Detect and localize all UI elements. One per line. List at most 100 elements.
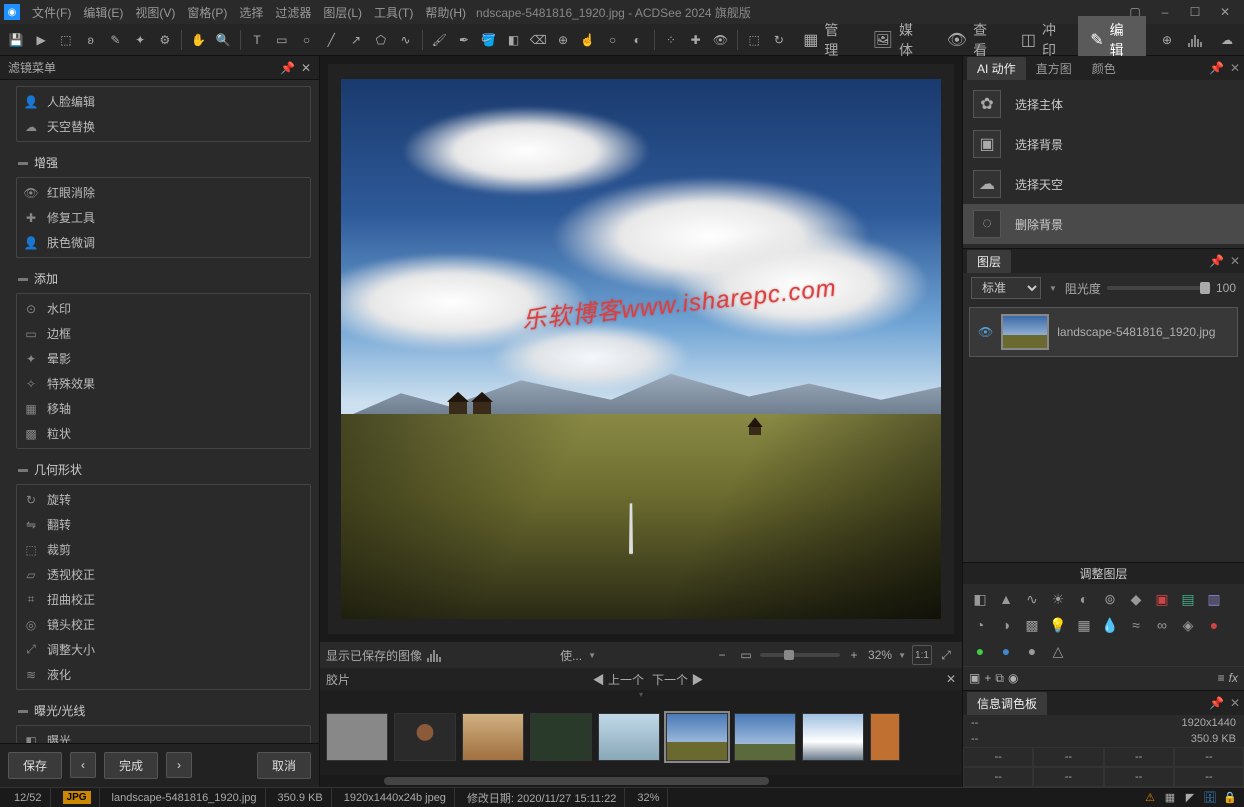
filter-vignette[interactable]: ✦晕影 [17, 346, 310, 371]
close-panel-icon[interactable]: ✕ [1230, 696, 1240, 710]
repair-icon[interactable]: ✚ [684, 28, 707, 52]
zoom-icon[interactable]: 🔍 [212, 28, 235, 52]
colorbal-adj-icon[interactable]: ▣ [1151, 588, 1173, 610]
filmstrip[interactable] [320, 699, 962, 775]
blur-icon[interactable]: ○ [601, 28, 624, 52]
threshold-adj-icon[interactable]: ◔ [969, 614, 991, 636]
save-icon[interactable]: 💾 [5, 28, 28, 52]
section-enhance[interactable]: ▬增强 [16, 150, 311, 175]
vibrance-adj-icon[interactable]: ⊚ [1099, 588, 1121, 610]
filter-skin[interactable]: 👤肤色微调 [17, 230, 310, 255]
gray-adj-icon[interactable]: ● [1021, 640, 1043, 662]
thumb-8[interactable] [802, 713, 864, 761]
tab-histogram[interactable]: 直方图 [1026, 57, 1082, 80]
lasso-icon[interactable]: ʚ [79, 28, 102, 52]
zoom-in-icon[interactable]: + [844, 645, 864, 665]
filmstrip-scrollbar[interactable] [320, 775, 962, 787]
ai-select-sky[interactable]: ☁选择天空 [963, 164, 1244, 204]
invert-adj-icon[interactable]: ▥ [1203, 588, 1225, 610]
hue-adj-icon[interactable]: ◆ [1125, 588, 1147, 610]
filter-watermark[interactable]: ⊙水印 [17, 296, 310, 321]
pin-icon[interactable]: 📌 [1209, 254, 1224, 268]
new-layer-icon[interactable]: ▣ [969, 671, 980, 686]
droplet-adj-icon[interactable]: 💧 [1099, 614, 1121, 636]
wand-icon[interactable]: ✦ [129, 28, 152, 52]
crop-tool-icon[interactable]: ⬚ [743, 28, 766, 52]
menu-filter[interactable]: 过滤器 [269, 2, 317, 23]
menu-help[interactable]: 帮助(H) [419, 2, 472, 23]
pin-icon[interactable]: 📌 [280, 61, 295, 75]
section-exposure[interactable]: ▬曝光/光线 [16, 698, 311, 723]
thumb-9[interactable] [870, 713, 900, 761]
pin-icon[interactable]: 📌 [1209, 61, 1224, 75]
fx-icon[interactable]: fx [1229, 671, 1238, 686]
line-icon[interactable]: ╱ [320, 28, 343, 52]
filter-flip[interactable]: ⇋翻转 [17, 512, 310, 537]
arrow-shape-icon[interactable]: ↗ [345, 28, 368, 52]
levels-adj-icon[interactable]: ▲ [995, 588, 1017, 610]
menu-panes[interactable]: 窗格(P) [181, 2, 233, 23]
status-lock-icon[interactable]: 🔒 [1222, 790, 1238, 806]
filter-sky-replace[interactable]: ☁天空替换 [17, 114, 310, 139]
blend-mode-select[interactable]: 标准 [971, 277, 1041, 299]
menu-select[interactable]: 选择 [233, 2, 269, 23]
close-panel-icon[interactable]: ✕ [1230, 61, 1240, 75]
visibility-icon[interactable]: 👁 [978, 325, 993, 339]
thumb-1[interactable] [326, 713, 388, 761]
mask-icon[interactable]: ◉ [1008, 671, 1018, 686]
poly-icon[interactable]: ⬠ [369, 28, 392, 52]
align-icon[interactable]: ≡ [1218, 671, 1225, 686]
filmstrip-collapse-icon[interactable]: ▾ [320, 690, 962, 699]
thumb-7[interactable] [734, 713, 796, 761]
filter-grain[interactable]: ▩粒状 [17, 421, 310, 446]
cancel-button[interactable]: 取消 [257, 752, 311, 779]
ai-select-icon[interactable]: ⚙ [154, 28, 177, 52]
posterize-adj-icon[interactable]: ▩ [1021, 614, 1043, 636]
rgb-adj-icon[interactable]: ▦ [1073, 614, 1095, 636]
histogram-toggle-icon[interactable] [426, 645, 446, 665]
ai-select-bg[interactable]: ▣选择背景 [963, 124, 1244, 164]
cloud-icon[interactable]: ☁ [1215, 28, 1239, 52]
zoom-slider[interactable] [760, 653, 840, 657]
ai-remove-bg[interactable]: ◌删除背景 [963, 204, 1244, 244]
thumb-6-selected[interactable] [666, 713, 728, 761]
marquee-icon[interactable]: ⬚ [55, 28, 78, 52]
close-panel-icon[interactable]: ✕ [301, 61, 311, 75]
filter-lens[interactable]: ◎镜头校正 [17, 612, 310, 637]
zoom-fit-icon[interactable]: ▭ [736, 645, 756, 665]
close-icon[interactable]: ✕ [1210, 2, 1240, 22]
curves-adj-icon[interactable]: ∿ [1021, 588, 1043, 610]
exposure-adj-icon[interactable]: ◧ [969, 588, 991, 610]
tint-adj-icon[interactable]: ◈ [1177, 614, 1199, 636]
smudge-icon[interactable]: ☝ [576, 28, 599, 52]
filter-exposure[interactable]: ◧曝光 [17, 728, 310, 743]
status-db-icon[interactable]: 🗄 [1202, 790, 1218, 806]
save-button[interactable]: 保存 [8, 752, 62, 779]
filmstrip-close-icon[interactable]: ✕ [946, 672, 956, 686]
menu-view[interactable]: 视图(V) [129, 2, 181, 23]
opacity-slider[interactable] [1107, 286, 1210, 290]
fit-11-button[interactable]: 1:1 [912, 645, 932, 665]
next-arrow-icon[interactable]: › [166, 752, 192, 778]
dodge-icon[interactable]: ◐ [626, 28, 649, 52]
sharpen-adj-icon[interactable]: △ [1047, 640, 1069, 662]
filter-special[interactable]: ✧特殊效果 [17, 371, 310, 396]
curve-icon[interactable]: ∿ [394, 28, 417, 52]
dropdown-icon[interactable]: ▼ [588, 651, 596, 660]
text-icon[interactable]: T [246, 28, 269, 52]
menu-edit[interactable]: 编辑(E) [77, 2, 129, 23]
rect-icon[interactable]: ▭ [270, 28, 293, 52]
section-add[interactable]: ▬添加 [16, 266, 311, 291]
bw-adj-icon[interactable]: ◑ [995, 614, 1017, 636]
ellipse-icon[interactable]: ○ [295, 28, 318, 52]
stats-icon[interactable] [1185, 28, 1209, 52]
filter-redeye[interactable]: 👁红眼消除 [17, 180, 310, 205]
close-panel-icon[interactable]: ✕ [1230, 254, 1240, 268]
zoom-out-icon[interactable]: − [712, 645, 732, 665]
tasks-icon[interactable]: ⊕ [1155, 28, 1179, 52]
prev-arrow-icon[interactable]: ‹ [70, 752, 96, 778]
filter-tiltshift[interactable]: ▦移轴 [17, 396, 310, 421]
minimize-icon[interactable]: – [1150, 2, 1180, 22]
filter-distort[interactable]: ⌗扭曲校正 [17, 587, 310, 612]
thumb-4[interactable] [530, 713, 592, 761]
